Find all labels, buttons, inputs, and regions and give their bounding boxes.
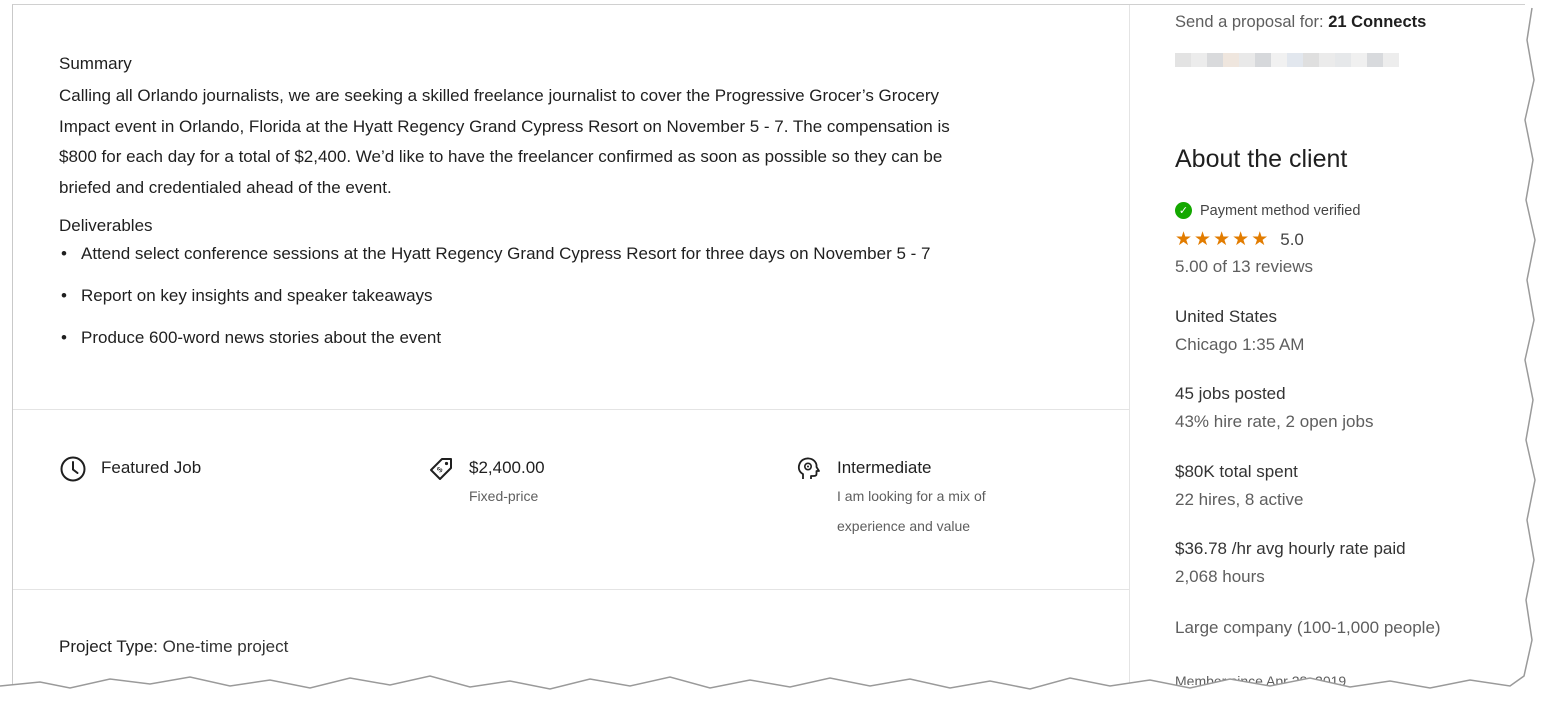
star-icon: ★ [1175,229,1193,250]
company-size: Large company (100-1,000 people) [1175,614,1441,642]
connects-count: 21 Connects [1328,13,1427,31]
rating-value: 5.0 [1280,230,1304,249]
job-description-panel: Summary Calling all Orlando journalists,… [13,5,1129,685]
project-type-label: Project Type: [59,637,158,656]
client-location: United States Chicago 1:35 AM [1175,303,1304,359]
project-type-value: One-time project [162,637,289,656]
svg-text:$: $ [435,465,445,475]
section-divider [13,589,1129,590]
project-type: Project Type: One-time project [59,637,288,657]
proposal-text: Send a proposal for: [1175,13,1324,31]
jobs-posted: 45 jobs posted [1175,384,1286,403]
price-tag-icon: $ [427,455,455,483]
client-sidebar: Send a proposal for: 21 Connects About t… [1129,5,1525,685]
price-value: $2,400.00 [469,458,545,477]
check-circle-icon: ✓ [1175,202,1192,219]
price-feature: $ $2,400.00 Fixed-price [427,455,545,511]
company-size-text: Large company (100-1,000 people) [1175,618,1441,637]
list-item: Attend select conference sessions at the… [59,243,1089,265]
reviews-text: 5.00 of 13 reviews [1175,257,1313,276]
client-local-time: Chicago 1:35 AM [1175,335,1305,354]
experience-level-feature: Intermediate I am looking for a mix of e… [795,455,986,541]
hire-rate: 43% hire rate, 2 open jobs [1175,412,1374,431]
featured-job-label: Featured Job [101,458,202,477]
star-icon: ★ [1213,229,1231,250]
payment-verified-label: Payment method verified [1200,202,1361,219]
summary-line: Calling all Orlando journalists, we are … [59,86,939,105]
job-details-page: Summary Calling all Orlando journalists,… [12,4,1525,685]
brain-gear-icon [795,455,823,483]
client-jobs: 45 jobs posted 43% hire rate, 2 open job… [1175,380,1373,436]
star-icon: ★ [1232,229,1250,250]
client-rates: $36.78 /hr avg hourly rate paid 2,068 ho… [1175,535,1406,591]
featured-job-feature: Featured Job [59,455,201,483]
summary-section: Summary Calling all Orlando journalists,… [59,53,1089,369]
client-country: United States [1175,307,1278,326]
hires-active: 22 hires, 8 active [1175,490,1304,509]
experience-description-line: I am looking for a mix of [837,488,986,504]
about-client-title: About the client [1175,145,1348,173]
experience-level: Intermediate [837,458,932,477]
summary-line: briefed and credentialed ahead of the ev… [59,177,392,197]
client-spend: $80K total spent 22 hires, 8 active [1175,458,1304,514]
reviews-count: 5.00 of 13 reviews [1175,253,1313,281]
summary-text: Calling all Orlando journalists, we are … [59,81,1089,203]
total-hours: 2,068 hours [1175,567,1265,586]
blurred-content [1175,53,1399,67]
star-icon: ★ [1194,229,1212,250]
avg-hourly-rate: $36.78 /hr avg hourly rate paid [1175,539,1406,558]
summary-line: $800 for each day for a total of $2,400.… [59,147,943,166]
member-since: Member since Apr 28, 2019 [1175,667,1346,685]
experience-description-line: experience and value [837,518,971,534]
summary-line: Impact event in Orlando, Florida at the … [59,116,950,136]
list-item: Produce 600-word news stories about the … [59,327,1089,349]
star-icon: ★ [1251,229,1269,250]
total-spent: $80K total spent [1175,462,1298,481]
list-item: Report on key insights and speaker takea… [59,285,1089,307]
proposal-cost: Send a proposal for: 21 Connects [1175,13,1426,32]
deliverables-title: Deliverables [59,216,153,235]
member-since-text: Member since Apr 28, 2019 [1175,673,1347,685]
payment-verified: ✓ Payment method verified [1175,202,1360,219]
summary-title: Summary [59,54,132,73]
experience-description: I am looking for a mix of experience and… [837,481,986,541]
section-divider [13,409,1129,410]
clock-icon [59,455,87,483]
client-rating: ★ ★ ★ ★ ★ 5.0 [1175,229,1304,251]
deliverables-list: Attend select conference sessions at the… [59,243,1089,349]
price-type: Fixed-price [469,488,539,504]
